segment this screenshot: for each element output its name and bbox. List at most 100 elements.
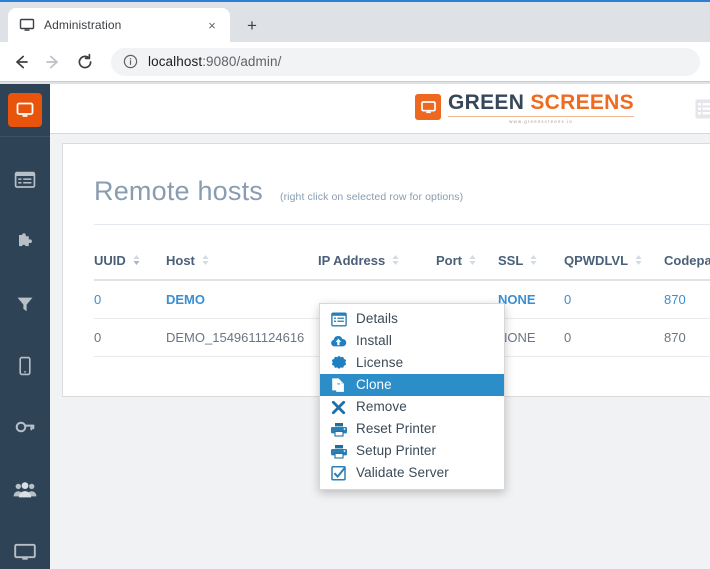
list-menu-icon[interactable] (694, 98, 710, 120)
context-menu-label: Install (356, 333, 392, 349)
page-title: Remote hosts (94, 176, 263, 206)
page-header: Remote hosts (right click on selected ro… (63, 144, 710, 207)
context-menu-item-validate-server[interactable]: Validate Server (320, 462, 504, 484)
brand-word-green: GREEN (448, 91, 525, 114)
desktop-monitor-icon (13, 542, 37, 562)
column-header-port[interactable]: Port (436, 244, 498, 281)
cell-ssl: NONE (498, 280, 564, 319)
sort-desc-icon[interactable] (132, 254, 141, 266)
cell-codepage: 870 (664, 280, 710, 319)
copy-files-icon (330, 377, 347, 394)
sort-both-icon[interactable] (529, 254, 538, 266)
reload-icon[interactable] (70, 47, 100, 77)
info-circle-icon[interactable] (123, 54, 138, 69)
cell-host: DEMO_1549611124616 (166, 318, 318, 357)
title-divider (94, 224, 710, 225)
column-label: SSL (498, 253, 524, 268)
context-menu-item-details[interactable]: Details (320, 308, 504, 330)
context-menu-label: Reset Printer (356, 421, 437, 437)
sidebar-item-filter[interactable] (0, 273, 50, 335)
sidebar-item-users[interactable] (0, 459, 50, 521)
context-menu-item-setup-printer[interactable]: Setup Printer (320, 440, 504, 462)
sidebar-item-extensions[interactable] (0, 211, 50, 273)
context-menu-label: Clone (356, 377, 392, 393)
context-menu-item-install[interactable]: Install (320, 330, 504, 352)
tab-strip: Administration × + (0, 2, 710, 42)
column-label: Port (436, 253, 462, 268)
url-path: :9080/admin/ (202, 54, 282, 69)
browser-toolbar: localhost:9080/admin/ (0, 42, 710, 82)
funnel-icon (15, 294, 35, 314)
printer-icon (330, 421, 347, 438)
sidebar-logo-button[interactable] (8, 93, 42, 127)
browser-window: Administration × + localhost:9080/admin/… (0, 0, 710, 569)
sidebar-item-terminals[interactable] (0, 521, 50, 569)
column-label: UUID (94, 253, 126, 268)
new-tab-button[interactable]: + (238, 11, 266, 39)
app-header: GREEN SCREENS www.greenscreens.io (50, 84, 710, 134)
url-host: localhost (148, 54, 203, 69)
column-header-qpwdlvl[interactable]: QPWDLVL (564, 244, 664, 281)
context-menu-label: Validate Server (356, 465, 449, 481)
users-group-icon (13, 480, 37, 500)
brand-word-screens: SCREENS (530, 91, 634, 114)
brand-logo: GREEN SCREENS www.greenscreens.io (415, 92, 634, 124)
sort-both-icon[interactable] (468, 254, 477, 266)
printer-icon (330, 443, 347, 460)
address-bar[interactable]: localhost:9080/admin/ (111, 47, 700, 76)
monitor-icon (19, 17, 35, 33)
column-header-codepage[interactable]: Codepage (664, 244, 710, 281)
forward-arrow-icon (38, 47, 68, 77)
close-icon[interactable]: × (202, 15, 222, 35)
details-list-icon (330, 311, 347, 328)
sort-both-icon[interactable] (391, 254, 400, 266)
browser-tab-administration[interactable]: Administration × (8, 8, 230, 42)
cloud-upload-icon (330, 333, 347, 350)
brand-wordmark: GREEN SCREENS (448, 92, 634, 113)
monitor-icon (415, 94, 441, 120)
close-x-icon (330, 399, 347, 416)
brand-subtitle: www.greenscreens.io (509, 119, 573, 124)
key-icon (14, 418, 36, 438)
sidebar-item-keys[interactable] (0, 397, 50, 459)
cell-qpwdlvl: 0 (564, 318, 664, 357)
cell-uuid: 0 (94, 318, 166, 357)
table-head: UUID Host IP Address Port SSL QPWDLVL Co… (94, 244, 710, 281)
column-header-uuid[interactable]: UUID (94, 244, 166, 281)
column-header-host[interactable]: Host (166, 244, 318, 281)
column-label: Codepage (664, 253, 710, 268)
context-menu: Details Install License Clone Remove Res… (319, 303, 505, 490)
cell-qpwdlvl: 0 (564, 280, 664, 319)
context-menu-label: Details (356, 311, 398, 327)
context-menu-label: Remove (356, 399, 407, 415)
back-arrow-icon[interactable] (6, 47, 36, 77)
certificate-badge-icon (330, 355, 347, 372)
context-menu-item-license[interactable]: License (320, 352, 504, 374)
column-label: IP Address (318, 253, 386, 268)
sort-both-icon[interactable] (201, 254, 210, 266)
column-label: Host (166, 253, 195, 268)
brand-text: GREEN SCREENS www.greenscreens.io (448, 92, 634, 124)
column-header-ip-address[interactable]: IP Address (318, 244, 436, 281)
brand-underline (448, 116, 634, 117)
tab-title: Administration (44, 18, 122, 32)
page-subtitle: (right click on selected row for options… (279, 191, 464, 203)
column-header-ssl[interactable]: SSL (498, 244, 564, 281)
context-menu-item-remove[interactable]: Remove (320, 396, 504, 418)
list-table-icon (14, 170, 36, 190)
app-viewport: GREEN SCREENS www.greenscreens.io Remote… (0, 84, 710, 569)
cell-uuid: 0 (94, 280, 166, 319)
context-menu-label: License (356, 355, 404, 371)
mobile-phone-icon (18, 356, 32, 376)
app-sidebar (0, 84, 50, 569)
sidebar-item-list[interactable] (0, 149, 50, 211)
context-menu-label: Setup Printer (356, 443, 437, 459)
sidebar-item-mobile[interactable] (0, 335, 50, 397)
cell-host: DEMO (166, 280, 318, 319)
puzzle-piece-icon (14, 231, 36, 253)
context-menu-item-reset-printer[interactable]: Reset Printer (320, 418, 504, 440)
checkbox-checked-icon (330, 465, 347, 482)
sort-both-icon[interactable] (634, 254, 643, 266)
column-label: QPWDLVL (564, 253, 629, 268)
context-menu-item-clone[interactable]: Clone (320, 374, 504, 396)
